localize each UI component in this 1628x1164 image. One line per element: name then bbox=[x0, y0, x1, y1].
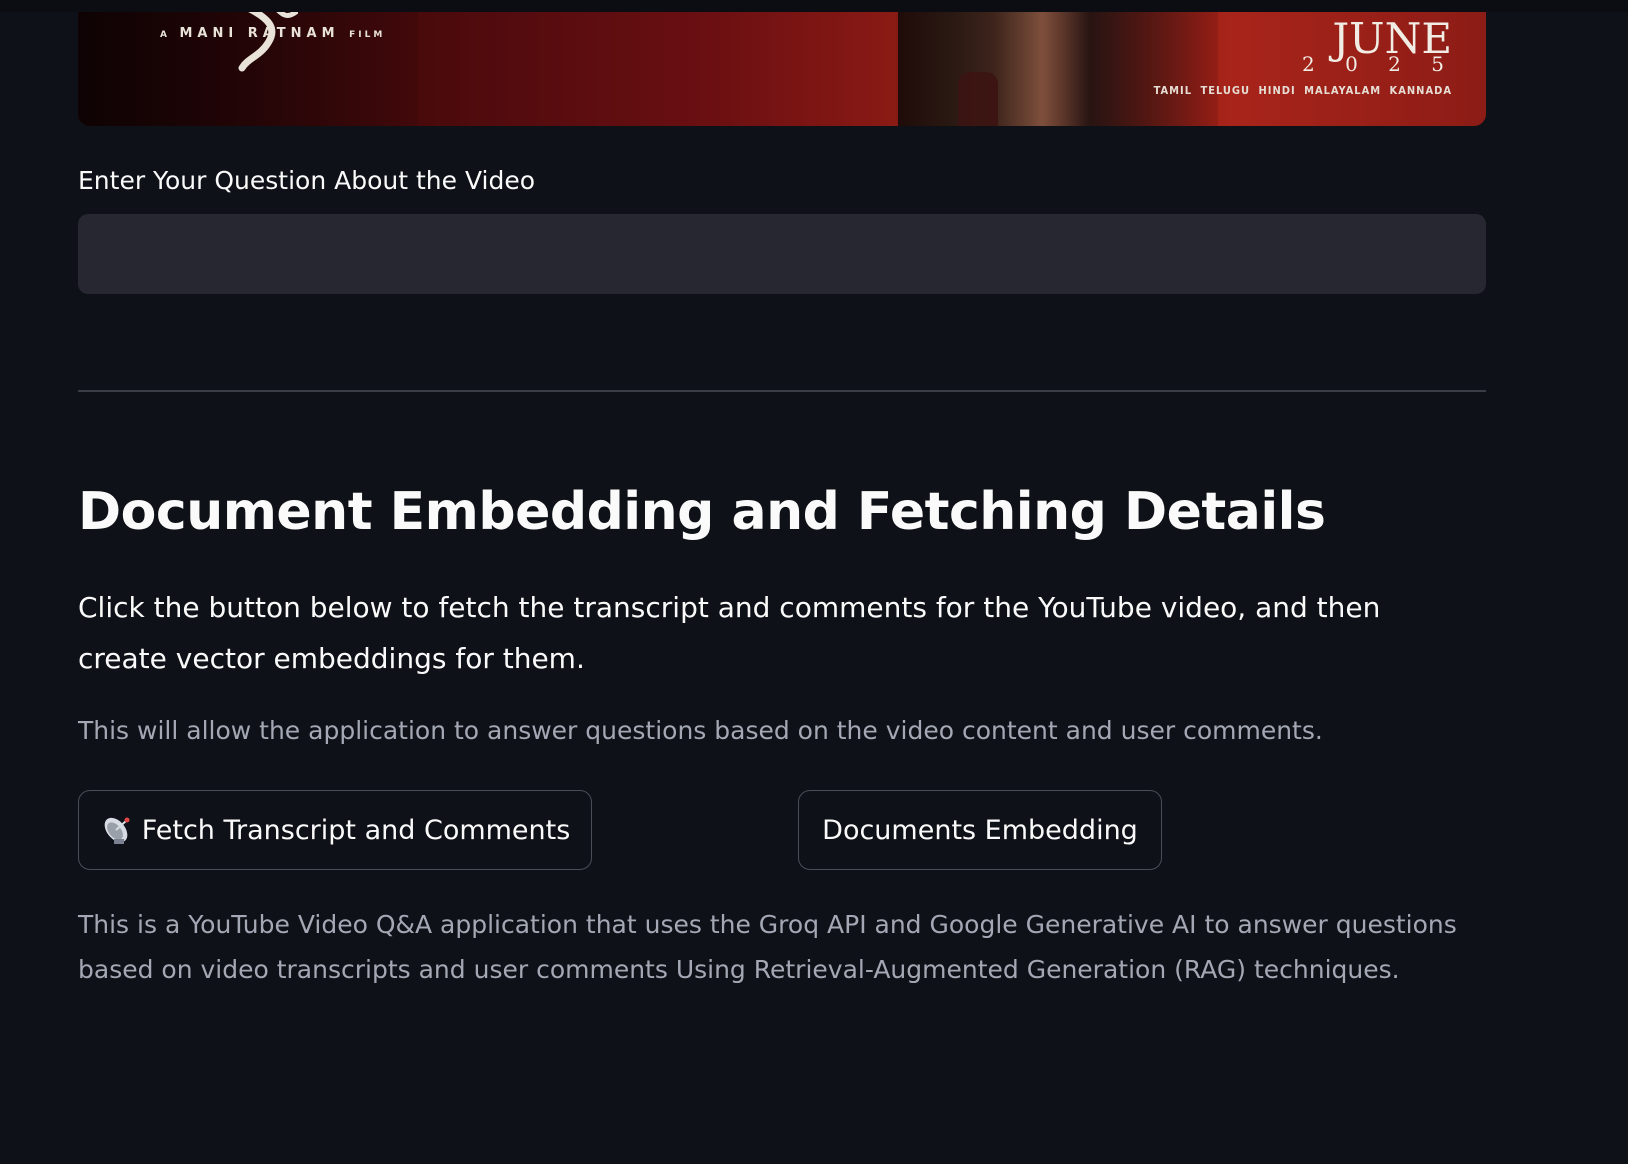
fetch-button-label: Fetch Transcript and Comments bbox=[141, 814, 571, 846]
question-input[interactable] bbox=[78, 214, 1486, 294]
poster-title-logo bbox=[238, 12, 298, 72]
poster-credit-suffix: FILM bbox=[349, 30, 386, 40]
embed-button-label: Documents Embedding bbox=[822, 814, 1138, 846]
question-label: Enter Your Question About the Video bbox=[78, 166, 536, 195]
poster-tower bbox=[958, 72, 998, 126]
section-title: Document Embedding and Fetching Details bbox=[78, 482, 1326, 542]
section-description: Click the button below to fetch the tran… bbox=[78, 591, 1381, 675]
app-page: A MANI RATNAM FILM JUNE 2 0 2 5 TAMIL TE… bbox=[0, 0, 1628, 1164]
poster-figure bbox=[898, 12, 1218, 126]
poster-credit-name: MANI RATNAM bbox=[179, 26, 340, 41]
top-bar bbox=[0, 0, 1628, 12]
poster-languages: TAMIL TELUGU HINDI MALAYALAM KANNADA bbox=[1153, 84, 1452, 97]
divider bbox=[78, 390, 1486, 392]
footer-description: This is a YouTube Video Q&A application … bbox=[78, 910, 1457, 984]
poster-release-year: 2 0 2 5 bbox=[1302, 52, 1456, 76]
poster-credit: A MANI RATNAM FILM bbox=[160, 26, 385, 41]
section-note: This will allow the application to answe… bbox=[78, 716, 1323, 745]
movie-poster-banner: A MANI RATNAM FILM JUNE 2 0 2 5 TAMIL TE… bbox=[78, 12, 1486, 126]
poster-credit-prefix: A bbox=[160, 30, 170, 40]
satellite-antenna-icon bbox=[104, 817, 130, 844]
fetch-transcript-button[interactable]: Fetch Transcript and Comments bbox=[78, 790, 592, 870]
documents-embedding-button[interactable]: Documents Embedding bbox=[798, 790, 1162, 870]
